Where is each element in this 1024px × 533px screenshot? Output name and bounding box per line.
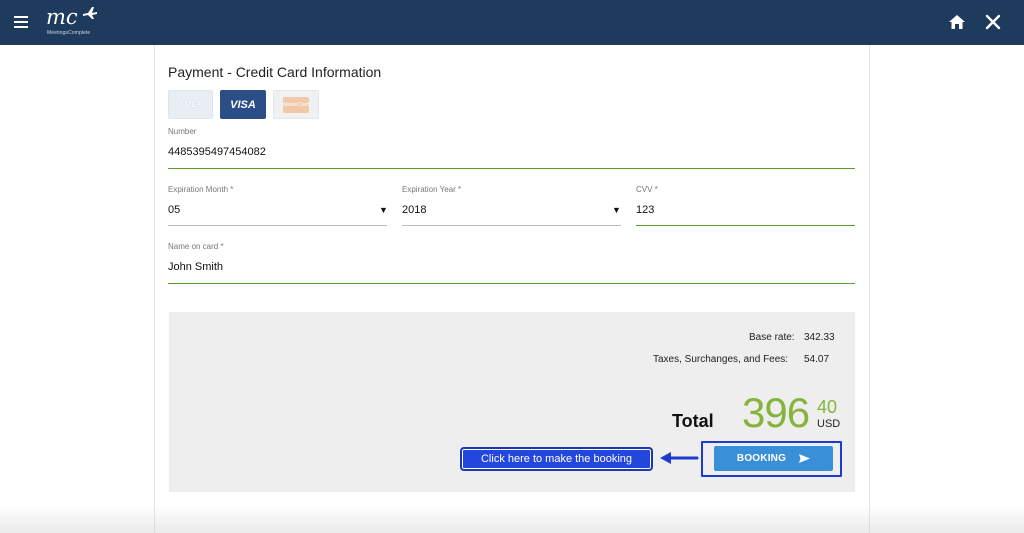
- exp-month-dropdown-icon[interactable]: ▼: [379, 205, 388, 215]
- callout-text: Click here to make the booking: [480, 453, 633, 465]
- app-logo[interactable]: mc MeetingsComplete: [46, 4, 106, 38]
- mastercard-label: MasterCard: [282, 101, 310, 108]
- exp-year-select[interactable]: 2018: [402, 204, 426, 216]
- amex-label: AMEX: [178, 100, 203, 109]
- card-amex-button[interactable]: AMEX: [168, 90, 213, 119]
- airplane-icon: [83, 7, 97, 19]
- top-navigation-bar: mc MeetingsComplete: [0, 0, 1024, 45]
- card-number-underline: [168, 168, 855, 169]
- base-rate-label: Base rate:: [749, 332, 795, 343]
- exp-year-label: Expiration Year *: [402, 185, 462, 194]
- logo-mark: mc: [46, 5, 78, 29]
- total-label: Total: [672, 411, 714, 431]
- number-label: Number: [168, 127, 197, 136]
- hamburger-menu-icon[interactable]: [14, 16, 28, 28]
- booking-button-label: BOOKING: [736, 453, 787, 464]
- home-icon[interactable]: [948, 13, 966, 31]
- exp-month-label: Expiration Month *: [168, 185, 234, 194]
- card-visa-button[interactable]: VISA: [220, 90, 266, 119]
- section-title: Payment - Credit Card Information: [168, 64, 382, 80]
- cvv-underline: [636, 225, 855, 226]
- send-icon: [799, 454, 810, 463]
- visa-label: VISA: [230, 98, 256, 111]
- mastercard-logo: MasterCard: [282, 96, 310, 113]
- exp-year-dropdown-icon[interactable]: ▼: [612, 205, 621, 215]
- cvv-input[interactable]: 123: [636, 204, 654, 216]
- name-on-card-underline: [168, 283, 855, 284]
- exp-month-select[interactable]: 05: [168, 204, 180, 216]
- total-amount-integer: 396: [742, 389, 810, 436]
- taxes-value: 54.07: [804, 354, 830, 365]
- total-amount-decimal: 40: [817, 397, 838, 417]
- card-number-input[interactable]: 4485395497454082: [168, 146, 266, 158]
- card-mastercard-button[interactable]: MasterCard: [273, 90, 319, 119]
- total-currency: USD: [817, 418, 841, 430]
- close-icon[interactable]: [984, 13, 1002, 31]
- taxes-label: Taxes, Surchanges, and Fees:: [653, 354, 789, 365]
- base-rate-value: 342.33: [804, 332, 835, 343]
- exp-year-underline: [402, 225, 621, 226]
- exp-month-underline: [168, 225, 387, 226]
- name-on-card-input[interactable]: John Smith: [168, 261, 223, 273]
- name-on-card-label: Name on card *: [168, 242, 224, 251]
- cvv-label: CVV *: [636, 185, 658, 194]
- booking-callout: Click here to make the booking: [460, 447, 653, 471]
- booking-button[interactable]: BOOKING: [714, 446, 833, 471]
- arrow-left-icon: [660, 452, 699, 464]
- logo-text: MeetingsComplete: [47, 30, 91, 36]
